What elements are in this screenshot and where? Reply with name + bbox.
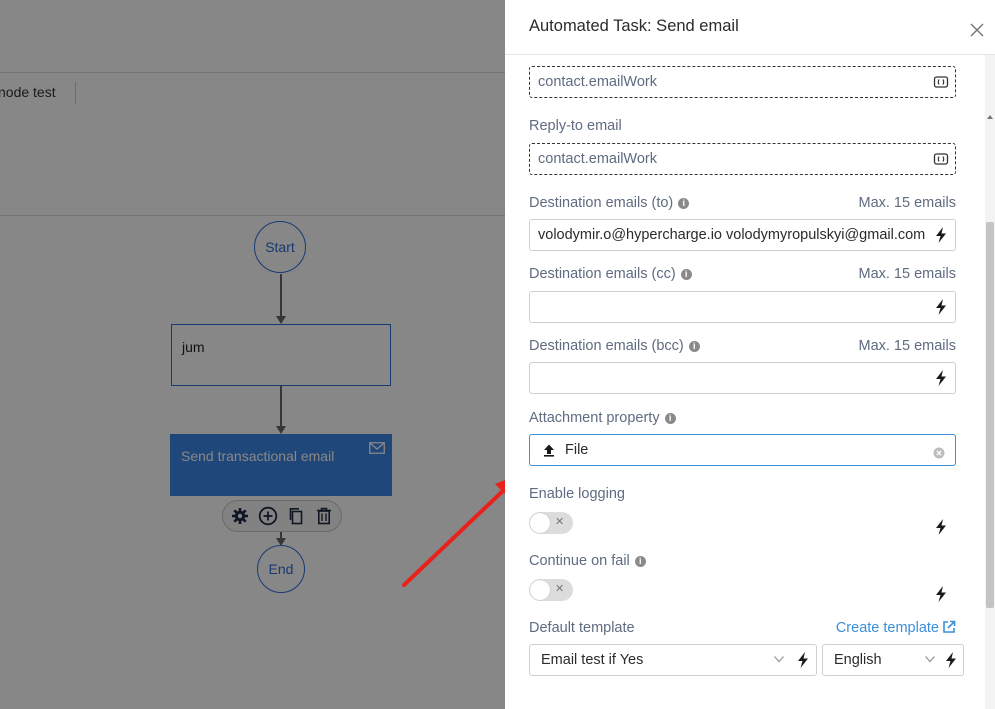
reply-to-field[interactable]: contact.emailWork <box>529 143 956 175</box>
create-template-link-text: Create template <box>835 620 939 636</box>
reply-to-value: contact.emailWork <box>538 151 657 167</box>
attachment-select[interactable]: File <box>529 434 956 466</box>
variable-icon[interactable] <box>933 151 949 167</box>
template-select[interactable]: Email test if Yes <box>529 644 817 676</box>
dest-to-value: volodymir.o@hypercharge.io volodymyropul… <box>538 227 926 243</box>
close-icon[interactable] <box>969 22 985 38</box>
continue-on-fail-label-text: Continue on fail <box>529 553 630 569</box>
upload-icon <box>544 444 554 457</box>
continue-on-fail-toggle[interactable]: ✕ <box>529 579 573 601</box>
dest-to-label: Destination emails (to) i <box>529 195 690 211</box>
dest-to-field[interactable]: volodymir.o@hypercharge.io volodymyropul… <box>529 219 956 251</box>
toggle-knob <box>530 513 550 533</box>
info-icon[interactable]: i <box>678 198 690 209</box>
lightning-icon[interactable] <box>796 652 810 668</box>
attachment-label-text: Attachment property <box>529 410 660 426</box>
toggle-knob <box>530 580 550 600</box>
reply-to-label: Reply-to email <box>529 118 622 134</box>
sender-email-value: contact.emailWork <box>538 74 657 90</box>
enable-logging-toggle[interactable]: ✕ <box>529 512 573 534</box>
dest-to-max: Max. 15 emails <box>858 195 956 211</box>
lightning-icon[interactable] <box>934 519 948 535</box>
info-icon[interactable]: i <box>688 341 700 352</box>
template-select-value: Email test if Yes <box>541 652 644 668</box>
panel-title: Automated Task: Send email <box>529 17 739 35</box>
info-icon[interactable]: i <box>634 556 646 567</box>
enable-logging-label: Enable logging <box>529 486 625 502</box>
dest-bcc-max: Max. 15 emails <box>858 338 956 354</box>
continue-on-fail-label: Continue on fail i <box>529 553 646 569</box>
lightning-icon[interactable] <box>933 370 949 386</box>
variable-icon[interactable] <box>933 74 949 90</box>
attachment-value: File <box>565 442 589 458</box>
dest-cc-field[interactable] <box>529 291 956 323</box>
external-link-icon <box>943 620 956 633</box>
flow-canvas: node test Start jum Send transactional e… <box>0 0 505 709</box>
scroll-up-arrow[interactable] <box>987 115 993 119</box>
dest-cc-label: Destination emails (cc) i <box>529 266 692 282</box>
toggle-off-icon: ✕ <box>555 583 565 595</box>
create-template-link[interactable]: Create template <box>836 620 956 636</box>
lightning-icon[interactable] <box>934 586 948 602</box>
dest-cc-label-text: Destination emails (cc) <box>529 266 676 282</box>
info-icon[interactable]: i <box>664 413 676 424</box>
panel-header: Automated Task: Send email <box>505 0 995 55</box>
scrollbar-thumb[interactable] <box>986 222 994 608</box>
attachment-label: Attachment property i <box>529 410 676 426</box>
default-template-label: Default template <box>529 620 635 636</box>
dest-to-label-text: Destination emails (to) <box>529 195 674 211</box>
clear-icon[interactable] <box>933 447 945 459</box>
info-icon[interactable]: i <box>680 269 692 280</box>
toggle-off-icon: ✕ <box>555 516 565 528</box>
language-select-value: English <box>834 652 882 668</box>
dest-bcc-label-text: Destination emails (bcc) <box>529 338 684 354</box>
lightning-icon[interactable] <box>944 652 958 668</box>
modal-backdrop[interactable] <box>0 0 505 709</box>
chevron-down-icon <box>774 656 784 663</box>
chevron-down-icon <box>925 656 935 663</box>
language-select[interactable]: English <box>822 644 964 676</box>
lightning-icon[interactable] <box>933 299 949 315</box>
dest-bcc-field[interactable] <box>529 362 956 394</box>
sender-email-field[interactable]: contact.emailWork <box>529 66 956 98</box>
task-settings-panel: Automated Task: Send email contact.email… <box>505 0 995 709</box>
dest-bcc-label: Destination emails (bcc) i <box>529 338 700 354</box>
dest-cc-max: Max. 15 emails <box>858 266 956 282</box>
lightning-icon[interactable] <box>933 227 949 243</box>
